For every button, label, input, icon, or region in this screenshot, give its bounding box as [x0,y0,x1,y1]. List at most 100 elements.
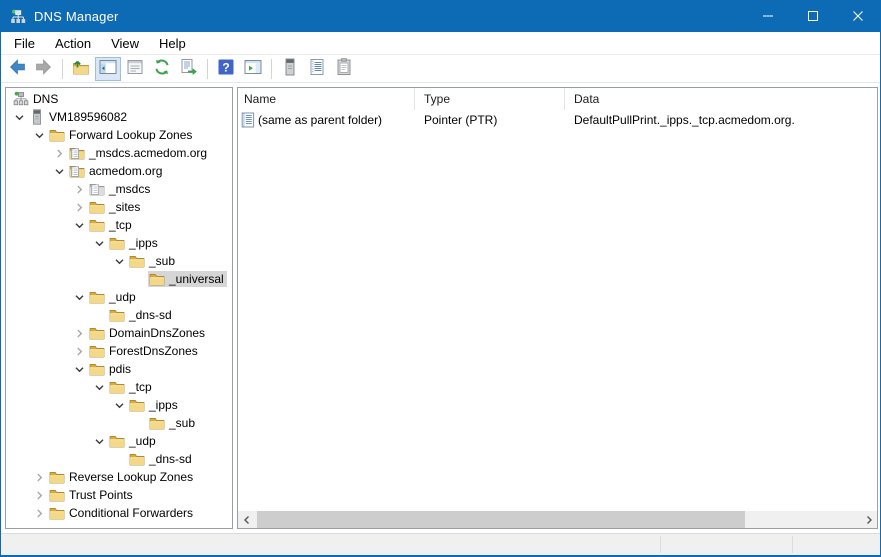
maximize-icon [808,8,818,26]
tree-item-dns-sd[interactable]: _dns-sd [6,306,232,324]
tree-item-pdis[interactable]: pdis [6,360,232,378]
tree-item-dns-sd[interactable]: _dns-sd [6,450,232,468]
window-controls [745,1,880,32]
folder-icon [89,344,105,358]
menu-action[interactable]: Action [45,34,101,53]
scroll-left-button[interactable] [238,511,255,528]
tree-item-universal[interactable]: _universal [6,270,232,288]
expand-chevron-icon[interactable] [30,490,48,501]
expand-chevron-icon[interactable] [70,328,88,339]
tree-item-label: _dns-sd [129,308,172,322]
expand-chevron-icon[interactable] [70,292,88,303]
refresh-icon [152,57,172,80]
tree-item-sub[interactable]: _sub [6,252,232,270]
tree-item-trust-points[interactable]: Trust Points [6,486,232,504]
server-button[interactable] [277,57,303,81]
help-button[interactable]: ? [213,57,239,81]
tree-item-ipps[interactable]: _ipps [6,234,232,252]
record-list-button[interactable] [304,57,330,81]
expand-chevron-icon[interactable] [50,166,68,177]
toolbar-separator [271,59,272,79]
tree-item-conditional-forwarders[interactable]: Conditional Forwarders [6,504,232,522]
tree-item-label: Conditional Forwarders [69,506,193,520]
tree-item-label: _tcp [129,380,152,394]
expand-chevron-icon[interactable] [90,382,108,393]
tree-node: Forward Lookup Zones [48,127,195,143]
menu-file[interactable]: File [4,34,45,53]
tree-item-ipps[interactable]: _ipps [6,396,232,414]
tree-item-dns[interactable]: DNS [6,90,232,108]
tree-node: _udp [88,289,139,305]
expand-chevron-icon[interactable] [110,400,128,411]
scrollbar-track[interactable] [255,511,860,528]
scroll-right-button[interactable] [860,511,877,528]
expand-chevron-icon[interactable] [70,346,88,357]
show-action-pane-button[interactable] [240,57,266,81]
expand-chevron-icon[interactable] [70,220,88,231]
expand-chevron-icon[interactable] [90,436,108,447]
results-pane: NameTypeData (same as parent folder)Poin… [237,87,878,529]
tree-node: Trust Points [48,487,136,503]
menu-help[interactable]: Help [149,34,196,53]
tree-node: _dns-sd [128,451,195,467]
tree-item-msdcs[interactable]: _msdcs [6,180,232,198]
minimize-button[interactable] [745,1,790,32]
show-action-pane-icon [243,57,263,80]
tree-node: DomainDnsZones [88,325,208,341]
tree-item-label: _ipps [129,236,158,250]
tree-item-acmedom-org[interactable]: acmedom.org [6,162,232,180]
horizontal-scrollbar[interactable] [238,511,877,528]
expand-chevron-icon[interactable] [110,256,128,267]
status-divider [792,536,793,553]
properties-button[interactable] [122,57,148,81]
expand-chevron-icon[interactable] [70,202,88,213]
scrollbar-thumb[interactable] [257,511,745,528]
tree-item-udp[interactable]: _udp [6,432,232,450]
column-header-data[interactable]: Data [565,88,877,110]
tree-item-sites[interactable]: _sites [6,198,232,216]
tree-item-forestdnszones[interactable]: ForestDnsZones [6,342,232,360]
menu-view[interactable]: View [101,34,149,53]
expand-chevron-icon[interactable] [30,472,48,483]
record-icon [241,112,255,128]
record-data-cell: DefaultPullPrint._ipps._tcp.acmedom.org. [565,113,877,127]
tree-item-domaindnszones[interactable]: DomainDnsZones [6,324,232,342]
tree-item-tcp[interactable]: _tcp [6,378,232,396]
forward-arrow-button[interactable] [31,57,57,81]
show-console-tree-button[interactable] [95,57,121,81]
expand-chevron-icon[interactable] [30,508,48,519]
tree-item-sub[interactable]: _sub [6,414,232,432]
tree-item-label: _msdcs [109,182,150,196]
tree-node: _ipps [128,397,181,413]
folder-icon [49,506,65,520]
maximize-button[interactable] [790,1,835,32]
up-one-level-button[interactable] [68,57,94,81]
tree-item-reverse-lookup-zones[interactable]: Reverse Lookup Zones [6,468,232,486]
record-list-icon [307,57,327,80]
close-button[interactable] [835,1,880,32]
list-row[interactable]: (same as parent folder)Pointer (PTR)Defa… [238,110,877,129]
tree-item-udp[interactable]: _udp [6,288,232,306]
tree-item-msdcs-acmedom-org[interactable]: _msdcs.acmedom.org [6,144,232,162]
expand-chevron-icon[interactable] [30,130,48,141]
refresh-button[interactable] [149,57,175,81]
clipboard-button[interactable] [331,57,357,81]
tree-node: _tcp [88,217,135,233]
tree-item-forward-lookup-zones[interactable]: Forward Lookup Zones [6,126,232,144]
folder-icon [89,362,105,376]
back-arrow-button[interactable] [4,57,30,81]
tree-item-tcp[interactable]: _tcp [6,216,232,234]
column-header-type[interactable]: Type [415,88,565,110]
app-icon [10,9,26,25]
record-type-cell: Pointer (PTR) [415,113,565,127]
expand-chevron-icon[interactable] [10,112,28,123]
column-header-name[interactable]: Name [238,88,415,110]
expand-chevron-icon[interactable] [70,364,88,375]
tree-item-vm189596082[interactable]: VM189596082 [6,108,232,126]
expand-chevron-icon[interactable] [90,238,108,249]
expand-chevron-icon[interactable] [70,184,88,195]
export-list-button[interactable] [176,57,202,81]
folder-icon [129,398,145,412]
expand-chevron-icon[interactable] [50,148,68,159]
server-icon [280,57,300,80]
